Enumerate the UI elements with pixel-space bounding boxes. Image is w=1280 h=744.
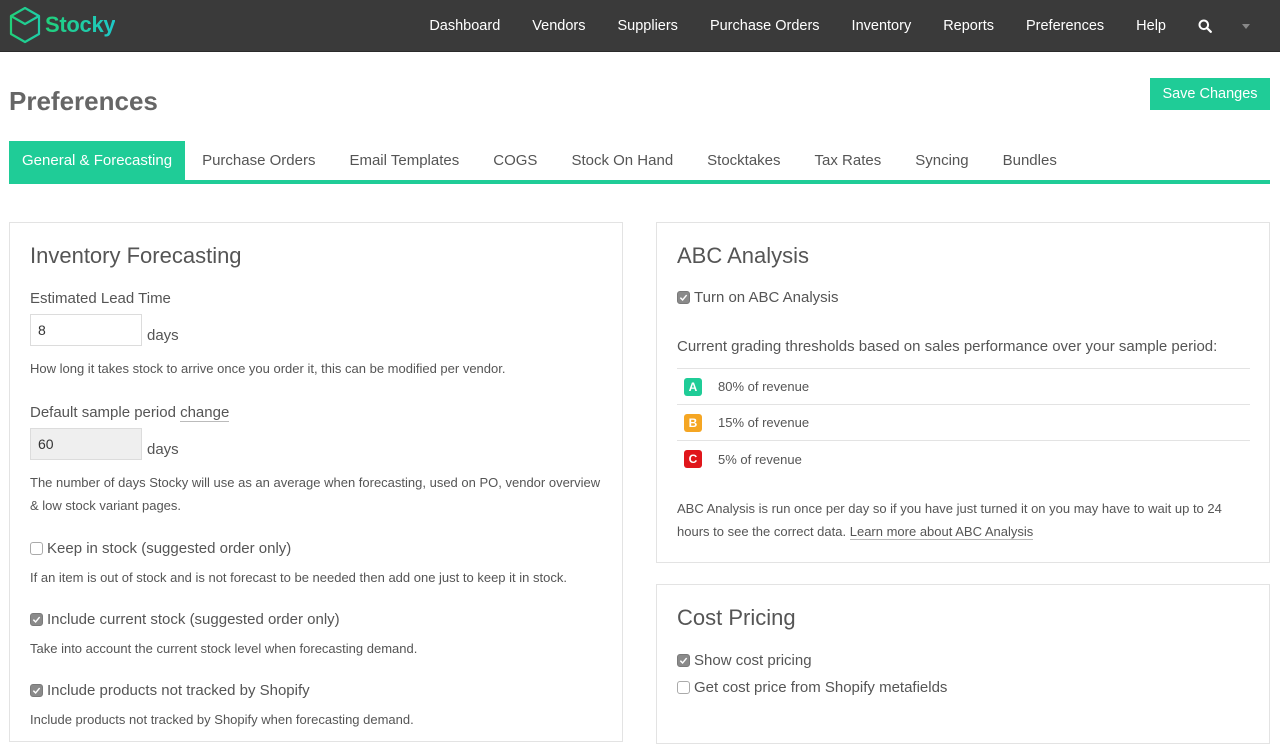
include-current-stock-option[interactable]: Include current stock (suggested order o… [30,611,340,628]
abc-note-line-1: ABC Analysis is run once per day so if y… [677,501,1222,516]
grade-a-text: 80% of revenue [718,379,810,394]
tab-general-forecasting[interactable]: General & Forecasting [9,141,186,180]
thresholds-intro: Current grading thresholds based on sale… [677,338,1218,355]
panel-title: Inventory Forecasting [30,243,242,268]
sample-period-label: Default sample period change [30,404,230,422]
sample-period-unit: days [147,441,179,458]
grade-c-badge: C [684,450,702,468]
save-changes-button[interactable]: Save Changes [1150,78,1270,110]
checkmark-icon [679,294,688,301]
include-untracked-checkbox[interactable] [30,684,43,697]
nav-help[interactable]: Help [1120,18,1182,34]
nav-purchase-orders[interactable]: Purchase Orders [694,18,836,34]
tab-cogs[interactable]: COGS [476,141,554,180]
lead-time-unit: days [147,327,179,344]
abc-note-text: hours to see the correct data. [677,524,847,539]
show-cost-label: Show cost pricing [694,652,812,669]
include-untracked-option[interactable]: Include products not tracked by Shopify [30,682,310,699]
nav-reports[interactable]: Reports [927,18,1010,34]
cost-pricing-panel: Cost Pricing Show cost pricing Get cost … [656,584,1270,744]
abc-note-line-2: hours to see the correct data. Learn mor… [677,520,1034,543]
top-navbar: Stocky Dashboard Vendors Suppliers Purch… [0,0,1280,52]
keep-in-stock-label: Keep in stock (suggested order only) [47,540,292,557]
nav-inventory[interactable]: Inventory [836,18,928,34]
show-cost-checkbox[interactable] [677,654,690,667]
tab-bundles[interactable]: Bundles [986,141,1074,180]
lead-time-label: Estimated Lead Time [30,290,171,307]
cube-logo-icon [9,6,41,44]
metafields-checkbox[interactable] [677,681,690,694]
logo[interactable]: Stocky [8,6,116,44]
grade-c-text: 5% of revenue [718,451,802,467]
search-icon [1198,19,1212,33]
search-button[interactable] [1182,19,1228,33]
nav-suppliers[interactable]: Suppliers [601,18,693,34]
grade-row-b: B 15% of revenue [677,405,1250,441]
grade-row-c: C 5% of revenue [677,441,1250,477]
inventory-forecasting-panel: Inventory Forecasting Estimated Lead Tim… [9,222,623,742]
tab-syncing[interactable]: Syncing [898,141,985,180]
caret-down-icon[interactable] [1242,23,1250,29]
abc-analysis-panel: ABC Analysis Turn on ABC Analysis Curren… [656,222,1270,563]
lead-time-help: How long it takes stock to arrive once y… [30,361,506,376]
page-title: Preferences [9,86,158,116]
tab-stocktakes[interactable]: Stocktakes [690,141,797,180]
learn-more-abc-link[interactable]: Learn more about ABC Analysis [849,524,1034,540]
show-cost-option[interactable]: Show cost pricing [677,652,812,669]
keep-in-stock-checkbox[interactable] [30,542,43,555]
checkmark-icon [32,687,41,694]
nav-vendors[interactable]: Vendors [516,18,601,34]
include-current-stock-help: Take into account the current stock leve… [30,641,418,656]
sample-period-label-text: Default sample period [30,404,176,421]
panel-title: ABC Analysis [677,243,810,268]
checkmark-icon [32,616,41,623]
nav-dashboard[interactable]: Dashboard [413,18,516,34]
panel-title: Cost Pricing [677,605,796,630]
grade-a-badge: A [684,377,702,396]
abc-toggle-label: Turn on ABC Analysis [694,289,839,306]
sample-period-help-1: The number of days Stocky will use as an… [30,475,601,490]
grade-thresholds-list: A 80% of revenue B 15% of revenue C 5% o… [677,368,1250,477]
tab-tax-rates[interactable]: Tax Rates [798,141,899,180]
tab-stock-on-hand[interactable]: Stock On Hand [554,141,690,180]
sample-period-input[interactable]: 60 [30,428,142,460]
tab-email-templates[interactable]: Email Templates [332,141,476,180]
lead-time-input[interactable]: 8 [30,314,142,346]
abc-toggle-checkbox[interactable] [677,291,690,304]
include-untracked-label: Include products not tracked by Shopify [47,682,310,699]
main-nav: Dashboard Vendors Suppliers Purchase Ord… [413,0,1280,52]
app-name: Stocky [45,12,116,37]
sample-period-help-2: & low stock variant pages. [30,498,182,513]
grade-b-badge: B [684,413,702,432]
include-current-stock-checkbox[interactable] [30,613,43,626]
abc-toggle-option[interactable]: Turn on ABC Analysis [677,289,839,306]
keep-in-stock-option[interactable]: Keep in stock (suggested order only) [30,540,291,557]
include-current-stock-label: Include current stock (suggested order o… [47,611,340,628]
checkmark-icon [679,657,688,664]
metafields-label: Get cost price from Shopify metafields [694,679,948,696]
tab-purchase-orders[interactable]: Purchase Orders [185,141,332,180]
preferences-tabs: General & Forecasting Purchase Orders Em… [9,141,1270,184]
metafields-option[interactable]: Get cost price from Shopify metafields [677,679,947,696]
nav-preferences[interactable]: Preferences [1010,18,1120,34]
grade-b-text: 15% of revenue [718,415,810,430]
grade-row-a: A 80% of revenue [677,369,1250,405]
sample-period-change-link[interactable]: change [180,404,230,422]
keep-in-stock-help: If an item is out of stock and is not fo… [30,570,567,585]
